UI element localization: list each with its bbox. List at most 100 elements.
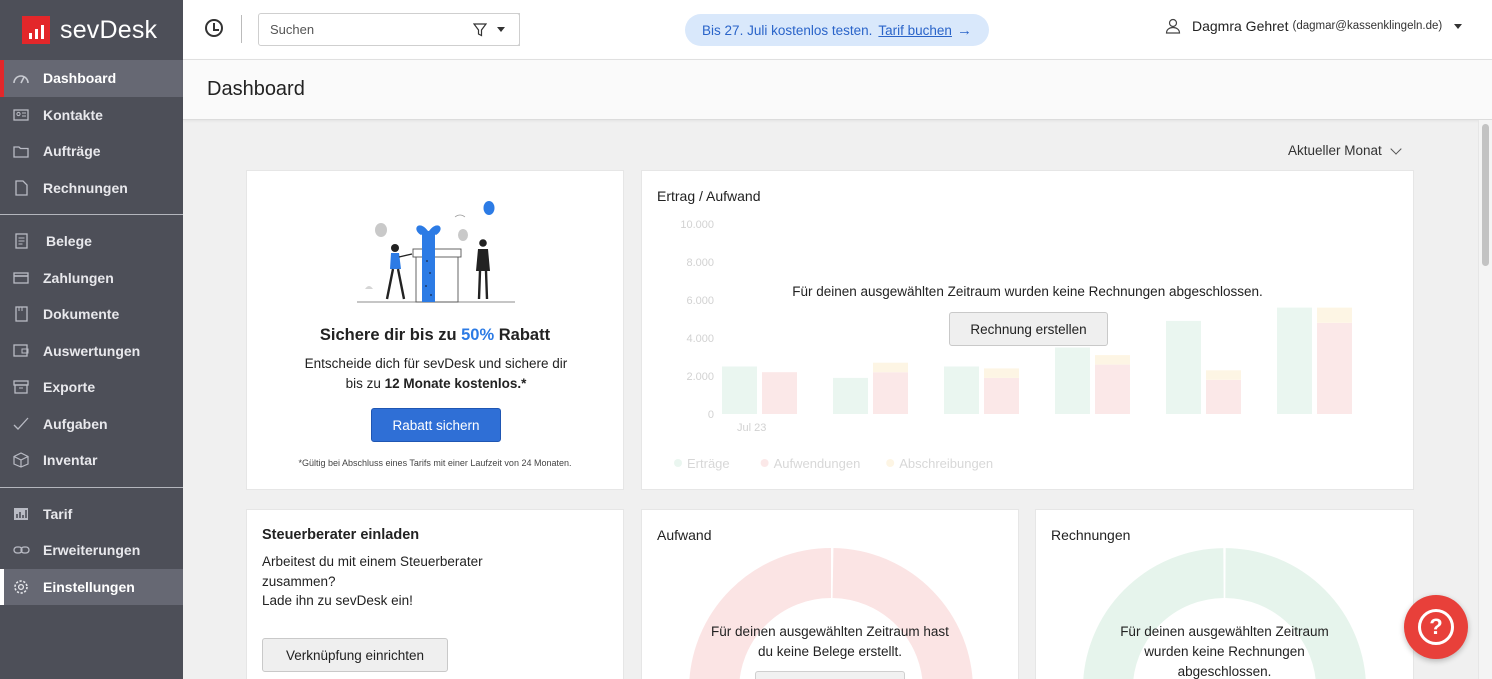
tax-advisor-text: Arbeitest du mit einem Steuerberater zus… [262,552,522,611]
claim-discount-button[interactable]: Rabatt sichern [371,408,501,442]
legend-label: Aufwendungen [774,456,861,471]
arrow-right-icon[interactable]: → [957,22,972,39]
text-line: zusammen? [262,573,336,589]
bar-expense [873,372,908,414]
expense-card: Aufwand Für deinen ausgewählten Zeitraum… [641,509,1019,679]
promo-text: Entscheide dich für sevDesk und sichere … [287,354,585,394]
bar-income [1055,347,1090,414]
sidebar-item-label: Exporte [43,379,96,396]
filter-button[interactable] [458,13,520,46]
history-icon[interactable] [205,19,223,37]
trial-text: Bis 27. Juli kostenlos testen. [702,22,873,38]
user-name: Dagmra Gehret [1192,18,1289,34]
sidebar-item-label: Tarif [43,505,73,522]
sidebar-item-erweiterungen[interactable]: Erweiterungen [0,532,183,569]
create-invoice-button[interactable]: Rechnung erstellen [949,312,1108,346]
receipt-icon [12,233,30,249]
promo-text-line: bis zu [345,376,385,391]
promo-text-highlight: 12 Monate kostenlos.* [384,376,527,391]
scrollbar-thumb[interactable] [1482,124,1489,266]
user-icon [1165,18,1181,34]
chevron-down-icon [1390,142,1402,155]
bar-income [944,366,979,414]
bar-expense [762,372,797,414]
bar-expense [1206,379,1241,414]
bar-depreciation [1317,307,1352,323]
gift-illustration [357,201,515,303]
bar-income [1166,320,1201,414]
sidebar-item-dashboard[interactable]: Dashboard [0,60,183,97]
file-icon [12,306,30,322]
sidebar-item-belege[interactable]: Belege [0,223,183,260]
sidebar-item-zahlungen[interactable]: Zahlungen [0,260,183,297]
bar-expense [1317,322,1352,414]
user-menu[interactable]: Dagmra Gehret (dagmar@kassenklingeln.de) [1165,18,1463,34]
legend-swatch [760,459,769,467]
scrollbar[interactable] [1478,120,1492,679]
period-select[interactable]: Aktueller Monat [1288,142,1402,158]
card-title: Steuerberater einladen [262,527,420,543]
sidebar-divider [0,486,183,488]
box-icon [12,452,30,468]
text-line: Lade ihn zu sevDesk ein! [262,593,413,608]
sidebar-item-einstellungen[interactable]: Einstellungen [0,568,183,605]
brand-name: sevDesk [60,15,158,44]
sidebar-item-label: Aufträge [43,143,101,160]
create-receipt-button[interactable] [755,671,905,679]
export-icon [12,379,30,395]
x-tick-label: Jul 23 [737,422,766,434]
promo-text-line: Entscheide dich für sevDesk und sichere … [304,356,568,371]
legend-label: Abschreibungen [899,456,993,471]
setup-connection-button[interactable]: Verknüpfung einrichten [262,638,448,672]
sidebar-item-rechnungen[interactable]: Rechnungen [0,170,183,207]
bar-expense [1095,364,1130,414]
empty-state-text: Für deinen ausgewählten Zeitraum hast du… [642,622,1018,662]
page-title: Dashboard [207,78,305,100]
text-line: Für deinen ausgewählten Zeitraum hast [711,624,949,639]
logo[interactable]: sevDesk [0,0,183,60]
promo-footnote: *Gültig bei Abschluss eines Tarifs mit e… [298,458,572,468]
empty-state-text: Für deinen ausgewählten Zeitraum wurden … [1036,622,1413,679]
text-line: wurden keine Rechnungen [1144,644,1305,659]
link-icon [12,542,30,558]
text-line: abgeschlossen. [1177,664,1272,679]
empty-state-text: Für deinen ausgewählten Zeitraum wurden … [792,284,1263,299]
sidebar-item-tarif[interactable]: Tarif [0,496,183,533]
sidebar: sevDesk Dashboard Kontakte Aufträge Rech… [0,0,183,679]
sidebar-item-exporte[interactable]: Exporte [0,369,183,406]
document-icon [12,180,30,196]
sidebar-item-auswertungen[interactable]: Auswertungen [0,333,183,370]
sidebar-item-label: Erweiterungen [43,542,141,559]
y-tick-label: 2.000 [686,371,714,383]
promo-card: Sichere dir bis zu 50% Rabatt Entscheide… [246,170,624,490]
sidebar-item-auftraege[interactable]: Aufträge [0,133,183,170]
bar-depreciation [1095,355,1130,365]
sidebar-item-dokumente[interactable]: Dokumente [0,296,183,333]
help-button[interactable]: ? [1404,595,1468,659]
period-label: Aktueller Monat [1288,143,1382,158]
bar-depreciation [984,368,1019,378]
legend-swatch [886,459,895,467]
card-icon [12,270,30,286]
book-plan-link[interactable]: Tarif buchen [878,23,952,38]
sidebar-item-label: Kontakte [43,106,103,123]
sidebar-item-label: Belege [46,233,92,250]
sidebar-item-aufgaben[interactable]: Aufgaben [0,406,183,443]
bar-income [833,377,868,414]
sidebar-item-kontakte[interactable]: Kontakte [0,97,183,134]
sidebar-item-label: Dokumente [43,306,120,323]
tax-advisor-card: Steuerberater einladen Arbeitest du mit … [246,509,624,679]
sidebar-item-label: Auswertungen [43,342,141,359]
bar-income [722,366,757,414]
bar-depreciation [873,362,908,373]
dashboard-icon [12,70,30,86]
user-email: (dagmar@kassenklingeln.de) [1292,20,1443,32]
text-line: Für deinen ausgewählten Zeitraum [1120,624,1329,639]
y-tick-label: 10.000 [680,219,714,231]
y-tick-label: 0 [708,409,714,421]
invoices-card: Rechnungen Für deinen ausgewählten Zeitr… [1035,509,1414,679]
wallet-icon [12,343,30,359]
y-tick-label: 8.000 [686,257,714,269]
promo-title-prefix: Sichere dir bis zu [319,326,462,344]
sidebar-item-inventar[interactable]: Inventar [0,442,183,479]
